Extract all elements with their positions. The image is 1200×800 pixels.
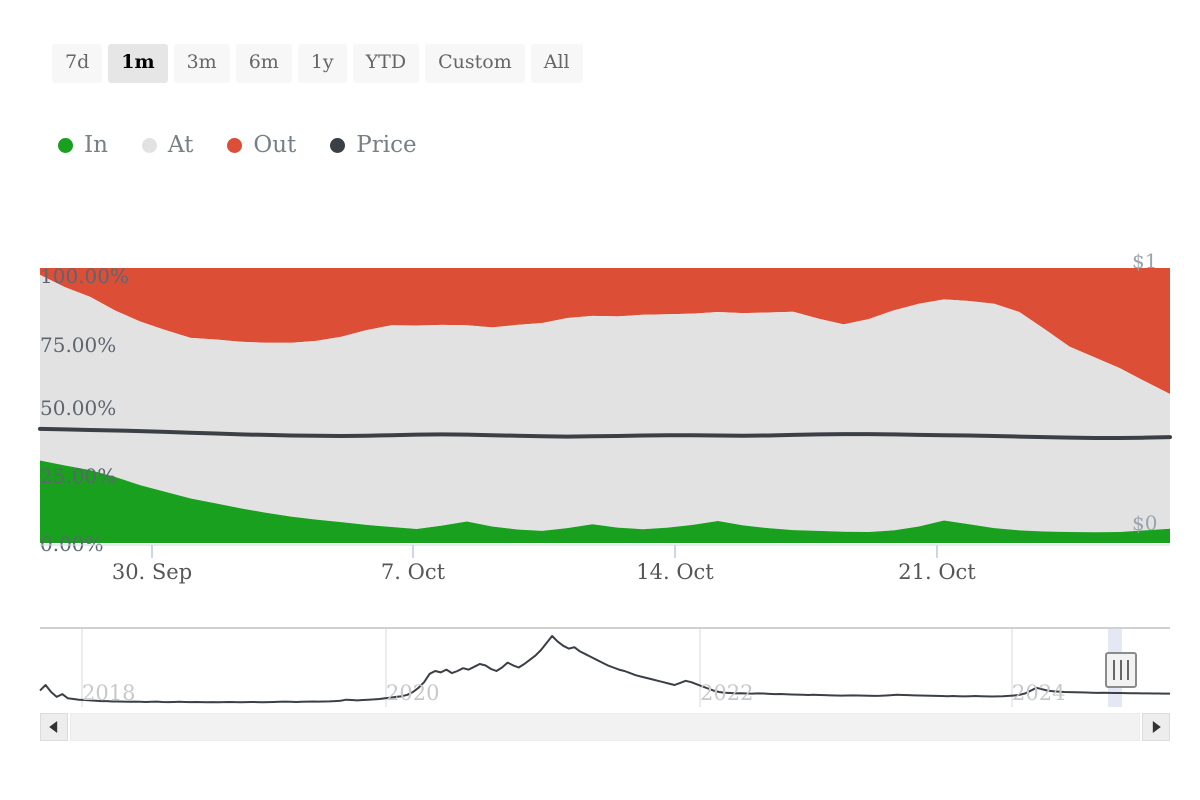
scroll-left-arrow-icon (49, 721, 58, 733)
y-tick-label-50: 50.00% (40, 396, 116, 420)
y-tick-label-100: 100.00% (40, 264, 129, 288)
x-tick-label-1: 7. Oct (381, 560, 446, 584)
x-tick-label-3: 21. Oct (898, 560, 976, 584)
y-tick-label-75: 75.00% (40, 333, 116, 357)
y-tick-label-0: 0.00% (40, 532, 104, 556)
navigator-scrollbar[interactable] (40, 713, 1170, 741)
navigator-tick-label-2: 2022 (700, 681, 753, 705)
y2-tick-label-1: $1 (1132, 249, 1157, 273)
navigator-handle-right[interactable] (1105, 652, 1137, 688)
x-axis: 30. Sep 7. Oct 14. Oct 21. Oct (40, 544, 1170, 584)
navigator[interactable]: 2018 2020 2022 2024 (39, 627, 1171, 707)
navigator-tick-label-0: 2018 (82, 681, 135, 705)
navigator-tick-label-1: 2020 (386, 681, 439, 705)
y2-tick-label-0: $0 (1132, 511, 1157, 535)
navigator-tick-label-3: 2024 (1012, 681, 1065, 705)
plot-areas (38, 268, 1172, 543)
x-tick-label-0: 30. Sep (112, 560, 192, 584)
chart-container[interactable]: 100.00% 75.00% 50.00% 25.00% 0.00% $1 $0… (0, 0, 1200, 800)
y-tick-label-25: 25.00% (40, 464, 116, 488)
chart-svg: 100.00% 75.00% 50.00% 25.00% 0.00% $1 $0… (38, 249, 1172, 707)
x-tick-label-2: 14. Oct (636, 560, 714, 584)
scroll-right-arrow-icon (1152, 721, 1161, 733)
scrollbar-track[interactable] (70, 713, 1140, 741)
scroll-left-button[interactable] (40, 713, 68, 741)
scroll-right-button[interactable] (1142, 713, 1170, 741)
